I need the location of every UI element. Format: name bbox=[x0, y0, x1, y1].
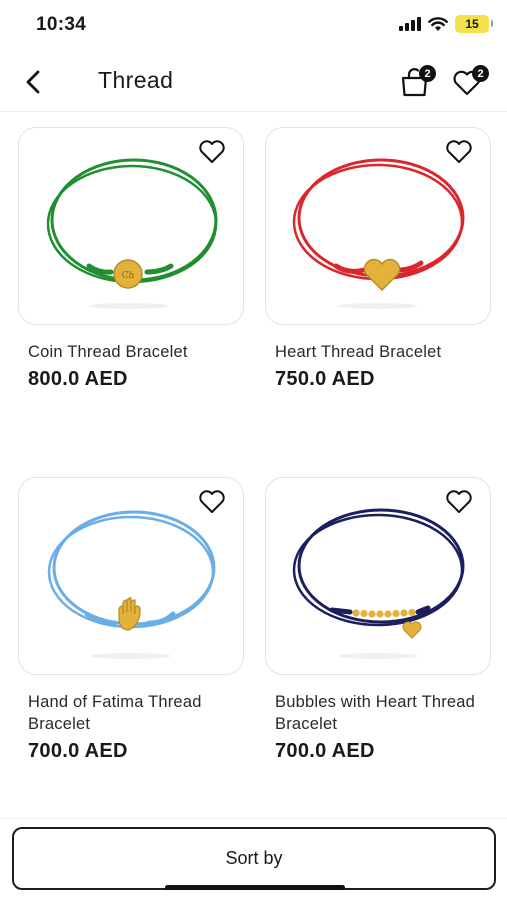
heart-outline-icon bbox=[199, 490, 225, 513]
navigation-bar: Thread 2 2 bbox=[0, 52, 507, 112]
product-name[interactable]: Hand of Fatima Thread Bracelet bbox=[28, 691, 244, 735]
heart-outline-icon bbox=[446, 490, 472, 513]
cart-button[interactable]: 2 bbox=[398, 64, 436, 100]
favorite-button[interactable] bbox=[444, 138, 474, 166]
home-indicator[interactable] bbox=[165, 885, 345, 890]
product-image[interactable] bbox=[265, 127, 491, 325]
wifi-icon bbox=[428, 16, 448, 31]
page-title: Thread bbox=[98, 67, 174, 93]
battery-indicator: 15 bbox=[455, 15, 493, 33]
product-image[interactable] bbox=[265, 477, 491, 675]
product-price: 800.0 AED bbox=[28, 368, 128, 390]
svg-text:Ch: Ch bbox=[122, 271, 135, 281]
heart-outline-icon bbox=[446, 140, 472, 163]
cellular-signal-icon bbox=[399, 17, 421, 31]
chevron-left-icon bbox=[26, 70, 40, 94]
status-time: 10:34 bbox=[36, 14, 87, 35]
product-card[interactable]: Bubbles with Heart Thread Bracelet 700.0… bbox=[265, 477, 491, 763]
favorite-button[interactable] bbox=[197, 488, 227, 516]
status-bar: 10:34 15 bbox=[0, 0, 507, 52]
wishlist-count-badge: 2 bbox=[472, 65, 489, 82]
product-price: 700.0 AED bbox=[28, 740, 128, 762]
product-name[interactable]: Heart Thread Bracelet bbox=[275, 341, 491, 363]
favorite-button[interactable] bbox=[444, 488, 474, 516]
status-icons: 15 bbox=[399, 15, 493, 33]
cart-count-badge: 2 bbox=[419, 65, 436, 82]
product-card[interactable]: Hand of Fatima Thread Bracelet 700.0 AED bbox=[18, 477, 244, 763]
battery-level: 15 bbox=[465, 17, 479, 31]
product-image[interactable] bbox=[18, 477, 244, 675]
favorite-button[interactable] bbox=[197, 138, 227, 166]
product-name[interactable]: Coin Thread Bracelet bbox=[28, 341, 244, 363]
product-image[interactable]: Ch bbox=[18, 127, 244, 325]
product-card[interactable]: Ch Coin Thread Bracelet 800.0 AED bbox=[18, 127, 244, 391]
product-card[interactable]: Heart Thread Bracelet 750.0 AED bbox=[265, 127, 491, 391]
product-name[interactable]: Bubbles with Heart Thread Bracelet bbox=[275, 691, 491, 735]
back-button[interactable] bbox=[18, 66, 48, 98]
product-price: 750.0 AED bbox=[275, 368, 375, 390]
sort-button[interactable]: Sort by bbox=[12, 827, 496, 890]
product-price: 700.0 AED bbox=[275, 740, 375, 762]
divider bbox=[0, 818, 507, 819]
wishlist-button[interactable]: 2 bbox=[451, 64, 489, 100]
heart-outline-icon bbox=[199, 140, 225, 163]
